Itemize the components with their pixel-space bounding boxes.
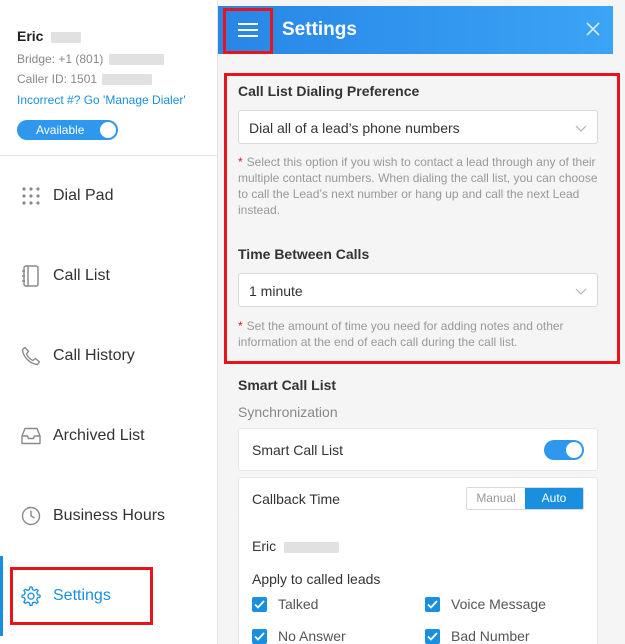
apply-label: Apply to called leads <box>252 571 381 587</box>
smart-call-list-title: Smart Call List <box>238 377 337 393</box>
checkbox-label: Talked <box>278 596 319 612</box>
smart-call-list-label: Smart Call List <box>252 442 344 458</box>
sidebar-divider <box>0 155 217 156</box>
availability-label: Available <box>36 123 85 137</box>
toggle-knob <box>100 122 116 138</box>
sidebar-item-archived-list[interactable]: Archived List <box>0 406 217 466</box>
voice-message-checkbox[interactable]: Voice Message <box>425 596 546 612</box>
highlight-box <box>10 567 153 625</box>
app-root: Eric Bridge: +1 (801) Caller ID: 1501 In… <box>0 0 625 644</box>
check-icon <box>425 596 440 612</box>
call-list-icon <box>20 265 42 287</box>
user-name: Eric <box>17 28 82 44</box>
checkbox-label: Voice Message <box>451 596 546 612</box>
owner-name-text: Eric <box>252 538 277 554</box>
close-button[interactable] <box>583 19 603 39</box>
check-icon <box>425 628 440 644</box>
redacted-block <box>102 74 153 86</box>
highlight-box <box>224 73 620 364</box>
callback-manual-option[interactable]: Manual <box>467 488 525 509</box>
clock-icon <box>20 505 42 527</box>
redacted-block <box>51 31 82 43</box>
toggle-knob <box>566 442 582 458</box>
check-icon <box>252 628 267 644</box>
caller-id: Caller ID: 1501 <box>17 72 153 86</box>
availability-toggle[interactable]: Available <box>17 120 118 140</box>
highlight-box <box>223 8 273 54</box>
checkbox-label: No Answer <box>278 628 346 644</box>
sidebar-item-label: Archived List <box>53 427 145 444</box>
phone-icon <box>20 345 42 367</box>
sidebar-item-business-hours[interactable]: Business Hours <box>0 486 217 546</box>
redacted-block <box>108 54 164 66</box>
sidebar-item-call-history[interactable]: Call History <box>0 326 217 386</box>
sidebar: Eric Bridge: +1 (801) Caller ID: 1501 In… <box>0 0 218 644</box>
caller-id-text: Caller ID: 1501 <box>17 72 98 86</box>
bridge-number: Bridge: +1 (801) <box>17 52 164 66</box>
bad-number-checkbox[interactable]: Bad Number <box>425 628 530 644</box>
close-icon <box>586 22 600 36</box>
synchronization-label: Synchronization <box>238 404 338 420</box>
bridge-text: Bridge: +1 (801) <box>17 52 104 66</box>
sidebar-item-label: Call History <box>53 347 135 364</box>
sidebar-item-call-list[interactable]: Call List <box>0 246 217 306</box>
checkbox-label: Bad Number <box>451 628 530 644</box>
owner-name: Eric <box>252 538 340 554</box>
callback-time-row: Callback Time Manual Auto <box>238 477 598 520</box>
panel-header: Settings <box>218 6 613 54</box>
sidebar-item-label: Call List <box>53 267 110 284</box>
talked-checkbox[interactable]: Talked <box>252 596 318 612</box>
manage-dialer-link[interactable]: Incorrect #? Go 'Manage Dialer' <box>17 93 186 107</box>
smart-call-list-row: Smart Call List <box>238 428 598 471</box>
callback-auto-option[interactable]: Auto <box>525 488 583 509</box>
callback-time-label: Callback Time <box>252 491 340 507</box>
check-icon <box>252 596 267 612</box>
no-answer-checkbox[interactable]: No Answer <box>252 628 346 644</box>
dialpad-icon <box>20 185 42 207</box>
sidebar-item-label: Business Hours <box>53 507 166 524</box>
inbox-icon <box>20 425 42 447</box>
callback-detail-card: Eric Apply to called leads Talked Voice … <box>238 519 598 644</box>
sidebar-item-label: Dial Pad <box>53 187 114 204</box>
redacted-block <box>284 541 340 553</box>
smart-call-list-toggle[interactable] <box>544 440 584 460</box>
sidebar-item-dial-pad[interactable]: Dial Pad <box>0 166 217 226</box>
user-name-text: Eric <box>17 28 44 44</box>
settings-panel: Settings Call List Dialing Preference Di… <box>218 0 625 644</box>
callback-time-segmented: Manual Auto <box>466 487 584 510</box>
panel-title: Settings <box>282 19 357 40</box>
